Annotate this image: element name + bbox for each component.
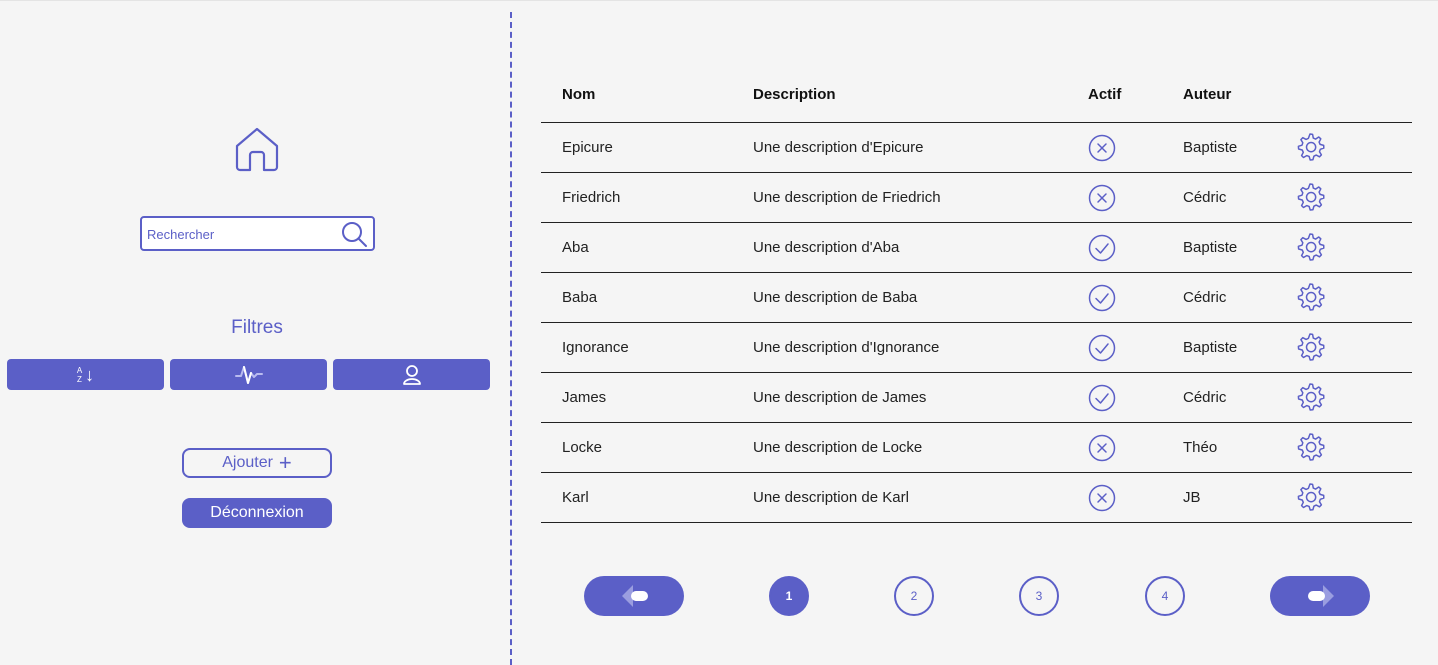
table-row[interactable]: James Une description de James Cédric (541, 373, 1412, 423)
data-table: Nom Description Actif Auteur Epicure Une … (541, 70, 1412, 523)
filter-activity-button[interactable] (170, 359, 327, 390)
check-circle-icon (1088, 334, 1116, 362)
cell-auteur: Théo (1183, 439, 1218, 456)
cell-auteur: Baptiste (1183, 239, 1238, 256)
table-row[interactable]: Aba Une description d'Aba Baptiste (541, 223, 1412, 273)
cell-nom: Ignorance (562, 339, 629, 356)
table-row[interactable]: Baba Une description de Baba Cédric (541, 273, 1412, 323)
add-button[interactable]: Ajouter + (182, 448, 332, 478)
cell-auteur: Baptiste (1183, 139, 1238, 156)
arrow-right-icon (1308, 585, 1334, 607)
cell-auteur: Cédric (1183, 389, 1227, 406)
user-icon (402, 364, 421, 385)
cell-description: Une description de James (753, 389, 927, 406)
panel-divider (510, 12, 512, 665)
gear-icon[interactable] (1293, 381, 1327, 415)
header-description[interactable]: Description (753, 86, 836, 103)
filter-sort-az-button[interactable]: A Z ↓ (7, 359, 164, 390)
x-circle-icon (1088, 134, 1116, 162)
cell-nom: Epicure (562, 139, 613, 156)
activity-icon (234, 365, 263, 384)
cell-nom: James (562, 389, 607, 406)
top-border (0, 0, 1438, 1)
cell-auteur: JB (1183, 489, 1201, 506)
search-input[interactable] (147, 224, 337, 244)
x-circle-icon (1088, 184, 1116, 212)
search-icon[interactable] (341, 221, 368, 248)
filters-title: Filtres (231, 317, 283, 338)
arrow-left-icon (622, 585, 648, 607)
table-row[interactable]: Locke Une description de Locke Théo (541, 423, 1412, 473)
table-row[interactable]: Epicure Une description d'Epicure Baptiste (541, 123, 1412, 173)
gear-icon[interactable] (1293, 181, 1327, 215)
table-body: Epicure Une description d'Epicure Baptiste… (541, 123, 1412, 523)
header-actif[interactable]: Actif (1088, 86, 1121, 103)
home-icon[interactable] (233, 126, 281, 174)
gear-icon[interactable] (1293, 281, 1327, 315)
page-1-button[interactable]: 1 (769, 576, 809, 616)
cell-description: Une description de Friedrich (753, 189, 941, 206)
cell-description: Une description d'Aba (753, 239, 900, 256)
table-row[interactable]: Friedrich Une description de Friedrich Céd… (541, 173, 1412, 223)
cell-nom: Baba (562, 289, 598, 306)
cell-nom: Friedrich (562, 189, 621, 206)
sort-letter-a: A (76, 365, 83, 375)
cell-auteur: Cédric (1183, 189, 1227, 206)
table-row[interactable]: Ignorance Une description d'Ignorance Bapt… (541, 323, 1412, 373)
cell-auteur: Cédric (1183, 289, 1227, 306)
gear-icon[interactable] (1293, 431, 1327, 465)
check-circle-icon (1088, 284, 1116, 312)
check-circle-icon (1088, 384, 1116, 412)
gear-icon[interactable] (1293, 481, 1327, 515)
cell-description: Une description de Karl (753, 489, 909, 506)
add-label: Ajouter (222, 454, 273, 471)
page-3-button[interactable]: 3 (1019, 576, 1059, 616)
cell-nom: Locke (562, 439, 603, 456)
page-2-button[interactable]: 2 (894, 576, 934, 616)
sort-arrow: ↓ (85, 364, 95, 385)
cell-auteur: Baptiste (1183, 339, 1238, 356)
cell-nom: Aba (562, 239, 589, 256)
logout-button[interactable]: Déconnexion (182, 498, 332, 528)
previous-page-button[interactable] (584, 576, 684, 616)
header-nom[interactable]: Nom (562, 86, 595, 103)
x-circle-icon (1088, 484, 1116, 512)
x-circle-icon (1088, 434, 1116, 462)
sort-letter-z: Z (77, 374, 82, 384)
table-header: Nom Description Actif Auteur (541, 70, 1412, 123)
cell-description: Une description d'Epicure (753, 139, 924, 156)
gear-icon[interactable] (1293, 131, 1327, 165)
cell-description: Une description de Locke (753, 439, 923, 456)
header-auteur[interactable]: Auteur (1183, 86, 1231, 103)
search-box (140, 216, 375, 251)
sort-az-icon: A Z ↓ (77, 366, 94, 384)
table-row[interactable]: Karl Une description de Karl JB (541, 473, 1412, 523)
plus-icon: + (278, 450, 292, 475)
page-4-button[interactable]: 4 (1145, 576, 1185, 616)
next-page-button[interactable] (1270, 576, 1370, 616)
gear-icon[interactable] (1293, 231, 1327, 265)
check-circle-icon (1088, 234, 1116, 262)
cell-nom: Karl (562, 489, 589, 506)
gear-icon[interactable] (1293, 331, 1327, 365)
filter-user-button[interactable] (333, 359, 490, 390)
cell-description: Une description de Baba (753, 289, 918, 306)
cell-description: Une description d'Ignorance (753, 339, 940, 356)
